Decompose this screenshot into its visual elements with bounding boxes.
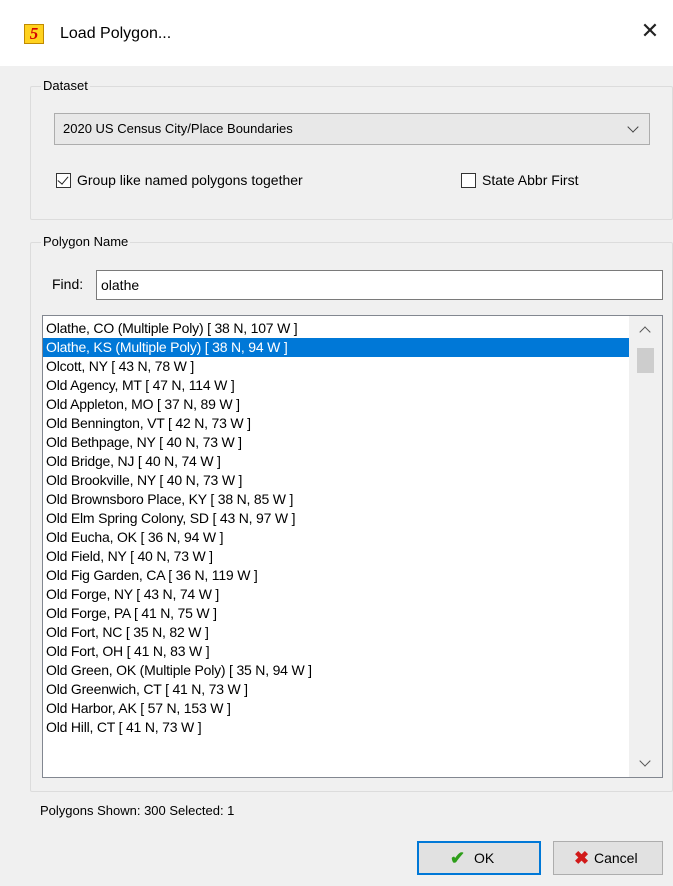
cancel-button-label: Cancel [594, 850, 638, 866]
list-item[interactable]: Olathe, KS (Multiple Poly) [ 38 N, 94 W … [43, 338, 630, 357]
list-item[interactable]: Old Green, OK (Multiple Poly) [ 35 N, 94… [43, 661, 630, 680]
list-item[interactable]: Old Fig Garden, CA [ 36 N, 119 W ] [43, 566, 630, 585]
list-item[interactable]: Old Bennington, VT [ 42 N, 73 W ] [43, 414, 630, 433]
polygon-list: Olathe, CO (Multiple Poly) [ 38 N, 107 W… [43, 319, 630, 737]
list-item[interactable]: Old Brownsboro Place, KY [ 38 N, 85 W ] [43, 490, 630, 509]
close-button[interactable]: ✕ [627, 10, 673, 52]
dataset-legend: Dataset [41, 78, 90, 94]
chevron-down-icon [627, 121, 639, 133]
check-icon: ✔ [450, 848, 466, 868]
list-item[interactable]: Old Bridge, NJ [ 40 N, 74 W ] [43, 452, 630, 471]
polygon-name-legend: Polygon Name [41, 234, 131, 250]
list-item[interactable]: Olcott, NY [ 43 N, 78 W ] [43, 357, 630, 376]
window-title: Load Polygon... [60, 25, 172, 42]
find-input[interactable] [96, 270, 663, 300]
scroll-down-icon[interactable] [639, 755, 651, 767]
state-abbr-first-label[interactable]: State Abbr First [482, 171, 578, 189]
list-item[interactable]: Old Fort, NC [ 35 N, 82 W ] [43, 623, 630, 642]
title-bar: 5 Load Polygon... ✕ [0, 0, 673, 66]
scroll-thumb[interactable] [637, 348, 654, 373]
ok-button[interactable]: ✔ OK [417, 841, 541, 875]
cancel-button[interactable]: ✖ Cancel [553, 841, 663, 875]
group-like-named-label[interactable]: Group like named polygons together [77, 171, 303, 189]
checkmark-icon [57, 173, 69, 185]
list-item[interactable]: Old Bethpage, NY [ 40 N, 73 W ] [43, 433, 630, 452]
dataset-selected-value: 2020 US Census City/Place Boundaries [63, 121, 293, 136]
list-item[interactable]: Old Field, NY [ 40 N, 73 W ] [43, 547, 630, 566]
group-like-named-checkbox[interactable] [56, 173, 71, 188]
dataset-dropdown[interactable]: 2020 US Census City/Place Boundaries [54, 113, 650, 145]
find-label: Find: [52, 276, 84, 292]
list-item[interactable]: Old Appleton, MO [ 37 N, 89 W ] [43, 395, 630, 414]
window-edge [0, 854, 10, 886]
list-item[interactable]: Old Agency, MT [ 47 N, 114 W ] [43, 376, 630, 395]
ok-button-label: OK [474, 850, 495, 866]
scroll-up-icon[interactable] [639, 326, 651, 338]
state-abbr-first-checkbox[interactable] [461, 173, 476, 188]
list-item[interactable]: Old Greenwich, CT [ 41 N, 73 W ] [43, 680, 630, 699]
list-item[interactable]: Old Eucha, OK [ 36 N, 94 W ] [43, 528, 630, 547]
dataset-group: Dataset [30, 78, 673, 220]
status-text: Polygons Shown: 300 Selected: 1 [40, 803, 235, 818]
list-item[interactable]: Olathe, CO (Multiple Poly) [ 38 N, 107 W… [43, 319, 630, 338]
polygon-listbox[interactable]: Olathe, CO (Multiple Poly) [ 38 N, 107 W… [42, 315, 663, 778]
list-item[interactable]: Old Brookville, NY [ 40 N, 73 W ] [43, 471, 630, 490]
list-item[interactable]: Old Hill, CT [ 41 N, 73 W ] [43, 718, 630, 737]
vertical-scrollbar[interactable] [629, 316, 662, 777]
list-item[interactable]: Old Fort, OH [ 41 N, 83 W ] [43, 642, 630, 661]
app-icon: 5 [24, 24, 44, 44]
list-item[interactable]: Old Elm Spring Colony, SD [ 43 N, 97 W ] [43, 509, 630, 528]
list-item[interactable]: Old Forge, NY [ 43 N, 74 W ] [43, 585, 630, 604]
list-item[interactable]: Old Harbor, AK [ 57 N, 153 W ] [43, 699, 630, 718]
x-icon: ✖ [574, 848, 590, 868]
close-icon: ✕ [640, 18, 660, 43]
list-item[interactable]: Old Forge, PA [ 41 N, 75 W ] [43, 604, 630, 623]
